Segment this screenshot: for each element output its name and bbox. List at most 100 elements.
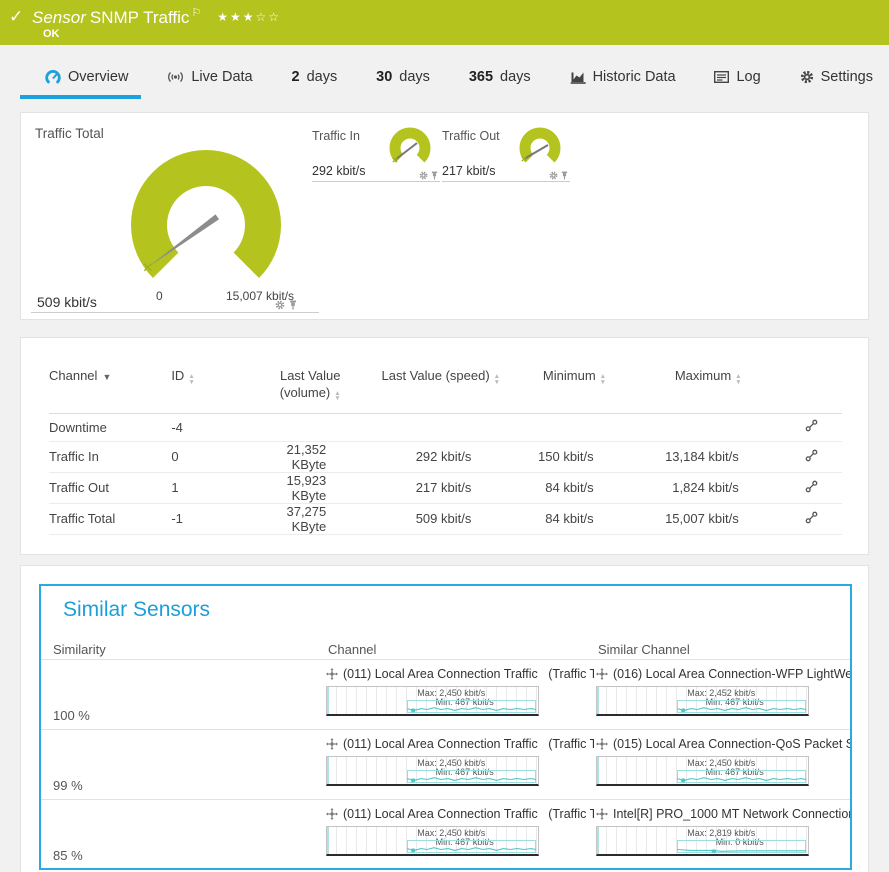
similar-channel-link[interactable]: (016) Local Area Connection-WFP LightWei…: [596, 666, 850, 682]
traffic-out-block: Traffic Out 217 kbit/s: [442, 129, 570, 182]
tab-30-days[interactable]: 30 days: [376, 69, 430, 85]
tab-365-days[interactable]: 365 days: [469, 69, 531, 85]
edit-channel-icon[interactable]: [805, 480, 818, 493]
cell-speed: [368, 413, 513, 441]
gauge-settings-icon[interactable]: [549, 171, 558, 180]
gauge-settings-icon[interactable]: [419, 171, 428, 180]
col-header-minimum[interactable]: Minimum ▲▼: [513, 368, 635, 413]
tab-log[interactable]: Log: [714, 69, 760, 85]
cell-volume: 21,352 KByte: [252, 441, 368, 472]
cell-channel: Traffic Total: [49, 503, 171, 534]
table-row[interactable]: Traffic In 0 21,352 KByte 292 kbit/s 150…: [49, 441, 842, 472]
gauge-settings-icon[interactable]: [275, 300, 285, 310]
cell-max: 15,007 kbit/s: [636, 503, 781, 534]
channel-name: (011) Local Area Connection Traffic (Tra…: [343, 737, 594, 751]
col-header-channel[interactable]: Channel ▼: [49, 368, 171, 413]
sensor-type-label: Sensor: [32, 8, 86, 27]
col-label: Channel: [49, 368, 97, 383]
similar-channel-mini-graph[interactable]: Max: 2,450 kbit/s Min: 467 kbit/s: [596, 756, 809, 786]
channel-move-icon: [596, 668, 608, 680]
cell-channel: Traffic Out: [49, 472, 171, 503]
similar-sensor-row: 99 % (011) Local Area Connection Traffic…: [41, 729, 850, 800]
gauge-pin-icon[interactable]: [289, 300, 297, 310]
similar-channel-mini-graph[interactable]: Max: 2,452 kbit/s Min: 467 kbit/s: [596, 686, 809, 716]
tab-label: Historic Data: [593, 69, 676, 85]
gear-icon: [800, 70, 814, 84]
gauge-pin-icon[interactable]: [561, 171, 568, 180]
channel-move-icon: [596, 738, 608, 750]
channel-link[interactable]: (011) Local Area Connection Traffic (Tra…: [326, 806, 594, 822]
status-badge: OK: [43, 28, 60, 40]
edit-channel-icon[interactable]: [805, 419, 818, 432]
channel-table-header-row: Channel ▼ ID▲▼ Last Value(volume)▲▼ Last …: [49, 368, 842, 413]
broadcast-icon: [167, 71, 184, 83]
sparkline: [597, 827, 808, 854]
sort-desc-icon: ▼: [102, 372, 111, 382]
gauges-panel: Traffic Total 0 15,007 kbit/s 509 kbit/s…: [20, 112, 869, 320]
tab-label: days: [307, 69, 338, 85]
cell-id: -1: [171, 503, 252, 534]
col-header-speed[interactable]: Last Value (speed)▲▼: [368, 368, 513, 413]
channel-link[interactable]: (011) Local Area Connection Traffic (Tra…: [326, 666, 594, 682]
sensor-title-line: SensorSNMP Traffic⚐★★★☆☆: [32, 6, 281, 28]
col-header-maximum[interactable]: Maximum▲▼: [636, 368, 781, 413]
cell-volume: [252, 413, 368, 441]
channel-move-icon: [326, 738, 338, 750]
traffic-total-gauge[interactable]: [111, 125, 301, 293]
col-header-channel: Channel: [328, 642, 376, 657]
edit-channel-icon[interactable]: [805, 449, 818, 462]
table-row[interactable]: Downtime -4: [49, 413, 842, 441]
col-label: (volume): [280, 385, 331, 400]
col-header-volume[interactable]: Last Value(volume)▲▼: [252, 368, 368, 413]
col-label: Minimum: [543, 368, 596, 383]
similar-channel-link[interactable]: Intel[R] PRO_1000 MT Network Connection …: [596, 806, 850, 822]
cell-id: 1: [171, 472, 252, 503]
table-row[interactable]: Traffic Total -1 37,275 KByte 509 kbit/s…: [49, 503, 842, 534]
chart-icon: [570, 71, 586, 84]
col-header-similarity: Similarity: [53, 642, 106, 657]
tab-number: 30: [376, 69, 392, 85]
traffic-out-gauge[interactable]: [514, 123, 566, 175]
traffic-out-value: 217 kbit/s: [442, 164, 496, 178]
sort-icon: ▲▼: [334, 391, 340, 402]
table-row[interactable]: Traffic Out 1 15,923 KByte 217 kbit/s 84…: [49, 472, 842, 503]
channel-link[interactable]: (011) Local Area Connection Traffic (Tra…: [326, 736, 594, 752]
channel-mini-graph[interactable]: Max: 2,450 kbit/s Min: 467 kbit/s: [326, 686, 539, 716]
channel-mini-graph[interactable]: Max: 2,450 kbit/s Min: 467 kbit/s: [326, 826, 539, 856]
tab-number: 2: [292, 69, 300, 85]
col-label: Last Value (speed): [382, 368, 490, 383]
cell-id: 0: [171, 441, 252, 472]
channel-table-panel: Channel ▼ ID▲▼ Last Value(volume)▲▼ Last …: [20, 337, 869, 555]
tab-live-data[interactable]: Live Data: [167, 69, 252, 85]
col-header-id[interactable]: ID▲▼: [171, 368, 252, 413]
tab-overview[interactable]: Overview: [45, 69, 128, 85]
priority-stars[interactable]: ★★★☆☆: [217, 10, 281, 24]
cell-volume: 15,923 KByte: [252, 472, 368, 503]
gauge-icon: [45, 70, 61, 84]
sparkline: [327, 827, 538, 854]
gauge-pin-icon[interactable]: [431, 171, 438, 180]
sparkline: [327, 757, 538, 784]
tab-2-days[interactable]: 2 days: [292, 69, 338, 85]
tab-settings[interactable]: Settings: [800, 69, 873, 85]
channel-move-icon: [326, 668, 338, 680]
sort-icon: ▲▼: [600, 374, 606, 385]
tab-label: days: [399, 69, 430, 85]
flag-icon[interactable]: ⚐: [191, 7, 201, 19]
similar-channel-mini-graph[interactable]: Max: 2,819 kbit/s Min: 0 kbit/s: [596, 826, 809, 856]
similar-channel-link[interactable]: (015) Local Area Connection-QoS Packet S…: [596, 736, 850, 752]
cell-speed: 292 kbit/s: [368, 441, 513, 472]
cell-speed: 509 kbit/s: [368, 503, 513, 534]
traffic-in-gauge[interactable]: [384, 123, 436, 175]
channel-move-icon: [596, 808, 608, 820]
cell-min: 84 kbit/s: [513, 472, 635, 503]
cell-channel: Traffic In: [49, 441, 171, 472]
sparkline: [597, 687, 808, 714]
channel-table: Channel ▼ ID▲▼ Last Value(volume)▲▼ Last …: [49, 368, 842, 535]
traffic-total-value: 509 kbit/s: [37, 294, 97, 310]
edit-channel-icon[interactable]: [805, 511, 818, 524]
active-tab-indicator: [20, 95, 141, 99]
channel-mini-graph[interactable]: Max: 2,450 kbit/s Min: 467 kbit/s: [326, 756, 539, 786]
tab-historic-data[interactable]: Historic Data: [570, 69, 676, 85]
tab-number: 365: [469, 69, 493, 85]
